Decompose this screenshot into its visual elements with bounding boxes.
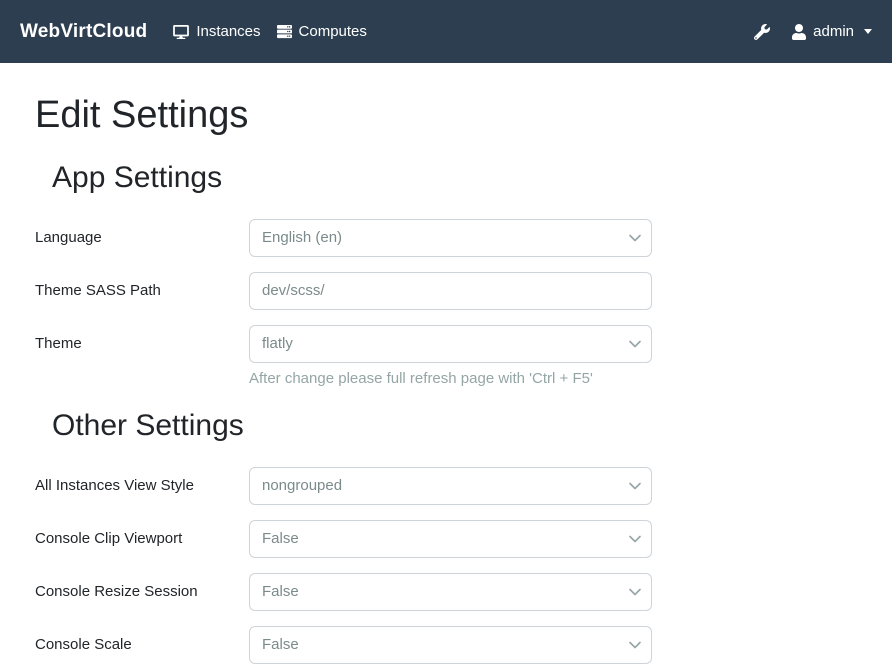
section-title-app-settings: App Settings: [52, 160, 857, 196]
app-settings-fields: Language English (en) Theme SASS Path Th…: [35, 219, 857, 387]
field-label: Console Scale: [35, 636, 249, 653]
form-row-theme-sass-path: Theme SASS Path: [35, 272, 857, 310]
field-label: Language: [35, 229, 249, 246]
page-title: Edit Settings: [35, 93, 857, 139]
nav-item-computes[interactable]: Computes: [277, 23, 367, 40]
navbar: WebVirtCloud Instances Computes admin: [0, 0, 892, 63]
nav-links: Instances Computes: [173, 23, 383, 40]
theme-select[interactable]: flatly: [249, 325, 652, 363]
tools-button[interactable]: [754, 24, 770, 40]
user-label: admin: [813, 23, 854, 40]
console-resize-session-select[interactable]: False: [249, 573, 652, 611]
server-icon: [277, 24, 292, 39]
console-clip-viewport-wrap: False: [249, 520, 652, 558]
console-scale-select[interactable]: False: [249, 626, 652, 664]
field-label: Theme SASS Path: [35, 282, 249, 299]
language-select[interactable]: English (en): [249, 219, 652, 257]
field-label: Theme: [35, 335, 249, 352]
main-content: Edit Settings App Settings Language Engl…: [0, 93, 892, 664]
caret-down-icon: [864, 29, 872, 34]
form-row-language: Language English (en): [35, 219, 857, 257]
nav-item-instances[interactable]: Instances: [173, 23, 260, 40]
console-resize-session-wrap: False: [249, 573, 652, 611]
language-select-wrap: English (en): [249, 219, 652, 257]
all-instances-view-style-select[interactable]: nongrouped: [249, 467, 652, 505]
field-label: All Instances View Style: [35, 477, 249, 494]
other-settings-fields: All Instances View Style nongrouped Cons…: [35, 467, 857, 664]
navbar-right: admin: [754, 23, 872, 40]
theme-select-wrap: flatly: [249, 325, 652, 363]
theme-help-text: After change please full refresh page wi…: [249, 370, 857, 387]
form-row-console-clip-viewport: Console Clip Viewport False: [35, 520, 857, 558]
section-title-other-settings: Other Settings: [52, 408, 857, 444]
theme-sass-path-wrap: [249, 272, 652, 310]
brand-link[interactable]: WebVirtCloud: [20, 21, 147, 43]
field-label: Console Clip Viewport: [35, 530, 249, 547]
user-icon: [792, 24, 806, 40]
desktop-icon: [173, 25, 189, 39]
console-clip-viewport-select[interactable]: False: [249, 520, 652, 558]
console-scale-wrap: False: [249, 626, 652, 664]
form-row-console-resize-session: Console Resize Session False: [35, 573, 857, 611]
nav-item-label: Instances: [196, 23, 260, 40]
wrench-icon: [754, 24, 770, 40]
form-row-theme: Theme flatly: [35, 325, 857, 363]
form-row-console-scale: Console Scale False: [35, 626, 857, 664]
theme-sass-path-input[interactable]: [249, 272, 652, 310]
form-row-all-instances-view-style: All Instances View Style nongrouped: [35, 467, 857, 505]
nav-item-label: Computes: [299, 23, 367, 40]
field-label: Console Resize Session: [35, 583, 249, 600]
user-menu[interactable]: admin: [792, 23, 872, 40]
all-instances-view-style-wrap: nongrouped: [249, 467, 652, 505]
